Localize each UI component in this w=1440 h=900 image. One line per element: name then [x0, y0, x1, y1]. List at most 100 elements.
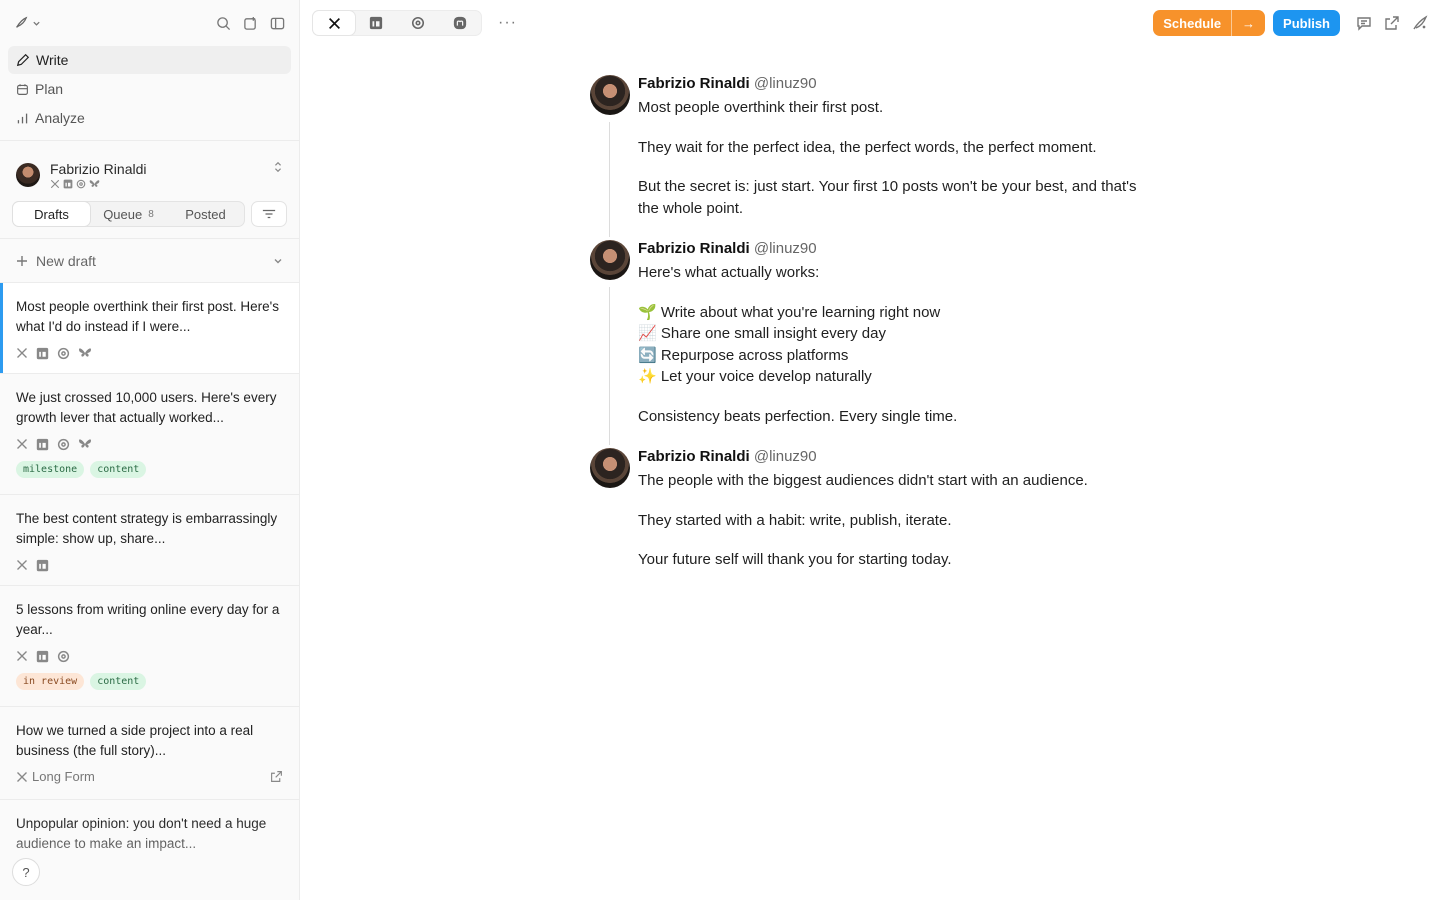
- app-menu[interactable]: [14, 16, 41, 30]
- avatar: [590, 448, 630, 488]
- tab-queue[interactable]: Queue 8: [90, 202, 167, 226]
- platform-linkedin[interactable]: [355, 11, 397, 35]
- tag-content[interactable]: content: [90, 673, 147, 690]
- nav-label: Write: [36, 52, 69, 68]
- tab-posted[interactable]: Posted: [167, 202, 244, 226]
- publish-button[interactable]: Publish: [1273, 10, 1340, 36]
- external-link-icon[interactable]: [270, 770, 283, 783]
- paragraph: They wait for the perfect idea, the perf…: [638, 138, 1097, 156]
- tab-drafts[interactable]: Drafts: [13, 202, 90, 226]
- account-name: Fabrizio Rinaldi: [50, 161, 147, 177]
- draft-text: The best content strategy is embarrassin…: [16, 511, 278, 546]
- platform-mastodon[interactable]: [439, 11, 481, 35]
- linkedin-icon: [369, 16, 383, 30]
- calendar-icon: [16, 83, 29, 96]
- editor: ··· Schedule → Publish Fabrizio Rinaldi …: [300, 0, 1440, 900]
- draft-platforms: [16, 648, 283, 664]
- filter-button[interactable]: [251, 201, 287, 227]
- chevron-updown-icon: [273, 161, 283, 173]
- plus-icon: [16, 255, 28, 267]
- draft-text: We just crossed 10,000 users. Here's eve…: [16, 390, 277, 425]
- draft-text: Unpopular opinion: you don't need a huge…: [16, 816, 267, 851]
- linkedin-icon: [36, 559, 49, 572]
- sidebar: Write Plan Analyze Fabrizio Rinaldi Draf…: [0, 0, 300, 900]
- account-switcher[interactable]: Fabrizio Rinaldi: [0, 141, 299, 197]
- draft-tags: milestone content: [16, 461, 283, 478]
- more-options-button[interactable]: ···: [490, 14, 525, 32]
- thread-post[interactable]: Fabrizio Rinaldi @linuz90 Here's what ac…: [590, 239, 1150, 445]
- x-icon: [16, 771, 28, 783]
- draft-item[interactable]: The best content strategy is embarrassin…: [0, 495, 299, 586]
- tag-milestone[interactable]: milestone: [16, 461, 85, 478]
- draft-item[interactable]: 5 lessons from writing online every day …: [0, 586, 299, 707]
- new-draft-button[interactable]: New draft: [0, 239, 299, 283]
- draft-item[interactable]: Most people overthink their first post. …: [0, 283, 299, 374]
- draft-text: 5 lessons from writing online every day …: [16, 602, 280, 637]
- chevron-down-icon[interactable]: [273, 256, 283, 266]
- paragraph: Your future self will thank you for star…: [638, 551, 952, 568]
- draft-item[interactable]: We just crossed 10,000 users. Here's eve…: [0, 374, 299, 495]
- paragraph: The people with the biggest audiences di…: [638, 472, 1088, 489]
- queue-count: 8: [148, 208, 154, 220]
- post-text[interactable]: Most people overthink their first post. …: [638, 97, 1150, 219]
- x-icon: [16, 650, 28, 662]
- linkedin-icon: [63, 179, 73, 189]
- x-icon: [50, 179, 60, 189]
- platform-selector: [312, 10, 482, 36]
- tag-content[interactable]: content: [90, 461, 147, 478]
- ai-writer-icon[interactable]: [1412, 15, 1428, 31]
- main-nav: Write Plan Analyze: [0, 46, 299, 132]
- x-icon: [16, 438, 28, 450]
- thread-post[interactable]: Fabrizio Rinaldi @linuz90 The people wit…: [590, 447, 1150, 571]
- schedule-button[interactable]: Schedule: [1153, 10, 1231, 36]
- draft-tabs: Drafts Queue 8 Posted: [12, 201, 245, 227]
- editor-toolbar: ··· Schedule → Publish: [300, 0, 1440, 46]
- draft-item[interactable]: How we turned a side project into a real…: [0, 707, 299, 800]
- new-window-icon[interactable]: [243, 16, 258, 31]
- platform-threads[interactable]: [397, 11, 439, 35]
- x-icon: [328, 17, 341, 30]
- thread-post[interactable]: Fabrizio Rinaldi @linuz90 Most people ov…: [590, 74, 1150, 237]
- threads-icon: [57, 347, 70, 360]
- open-external-icon[interactable]: [1384, 15, 1400, 31]
- schedule-button-group: Schedule →: [1153, 10, 1266, 36]
- platform-x[interactable]: [313, 11, 355, 35]
- search-icon[interactable]: [216, 16, 231, 31]
- thread-connector: [609, 287, 610, 445]
- draft-text: Most people overthink their first post. …: [16, 299, 279, 334]
- post-text[interactable]: Here's what actually works: 🌱 Write abou…: [638, 262, 1150, 427]
- tab-label: Posted: [185, 206, 226, 222]
- nav-item-plan[interactable]: Plan: [8, 75, 291, 103]
- linkedin-icon: [36, 438, 49, 451]
- thread-editor: Fabrizio Rinaldi @linuz90 Most people ov…: [590, 74, 1150, 591]
- threads-icon: [411, 16, 425, 30]
- account-platforms: [50, 179, 146, 189]
- draft-platforms: [16, 557, 283, 573]
- sidebar-toggle-icon[interactable]: [270, 16, 285, 31]
- drafts-list: Most people overthink their first post. …: [0, 283, 299, 890]
- paragraph: Most people overthink their first post.: [638, 99, 884, 116]
- quill-logo-icon: [14, 16, 28, 30]
- nav-item-write[interactable]: Write: [8, 46, 291, 74]
- avatar: [590, 240, 630, 280]
- nav-label: Analyze: [35, 110, 85, 126]
- draft-item[interactable]: Unpopular opinion: you don't need a huge…: [0, 800, 299, 890]
- tag-in-review[interactable]: in review: [16, 673, 85, 690]
- thread-connector: [609, 122, 610, 237]
- bluesky-icon: [78, 347, 92, 359]
- author-handle: @linuz90: [753, 240, 817, 257]
- chevron-down-icon: [32, 19, 41, 28]
- threads-icon: [76, 179, 86, 189]
- comment-icon[interactable]: [1356, 15, 1372, 31]
- bullet-list: 🌱 Write about what you're learning right…: [638, 303, 941, 386]
- avatar: [590, 75, 630, 115]
- post-text[interactable]: The people with the biggest audiences di…: [638, 470, 1150, 571]
- nav-item-analyze[interactable]: Analyze: [8, 104, 291, 132]
- bluesky-icon: [89, 179, 100, 189]
- bar-chart-icon: [16, 112, 29, 125]
- schedule-next-slot-button[interactable]: →: [1231, 10, 1265, 36]
- filter-icon: [262, 208, 276, 220]
- x-icon: [16, 559, 28, 571]
- x-icon: [16, 347, 28, 359]
- help-button[interactable]: ?: [12, 858, 40, 886]
